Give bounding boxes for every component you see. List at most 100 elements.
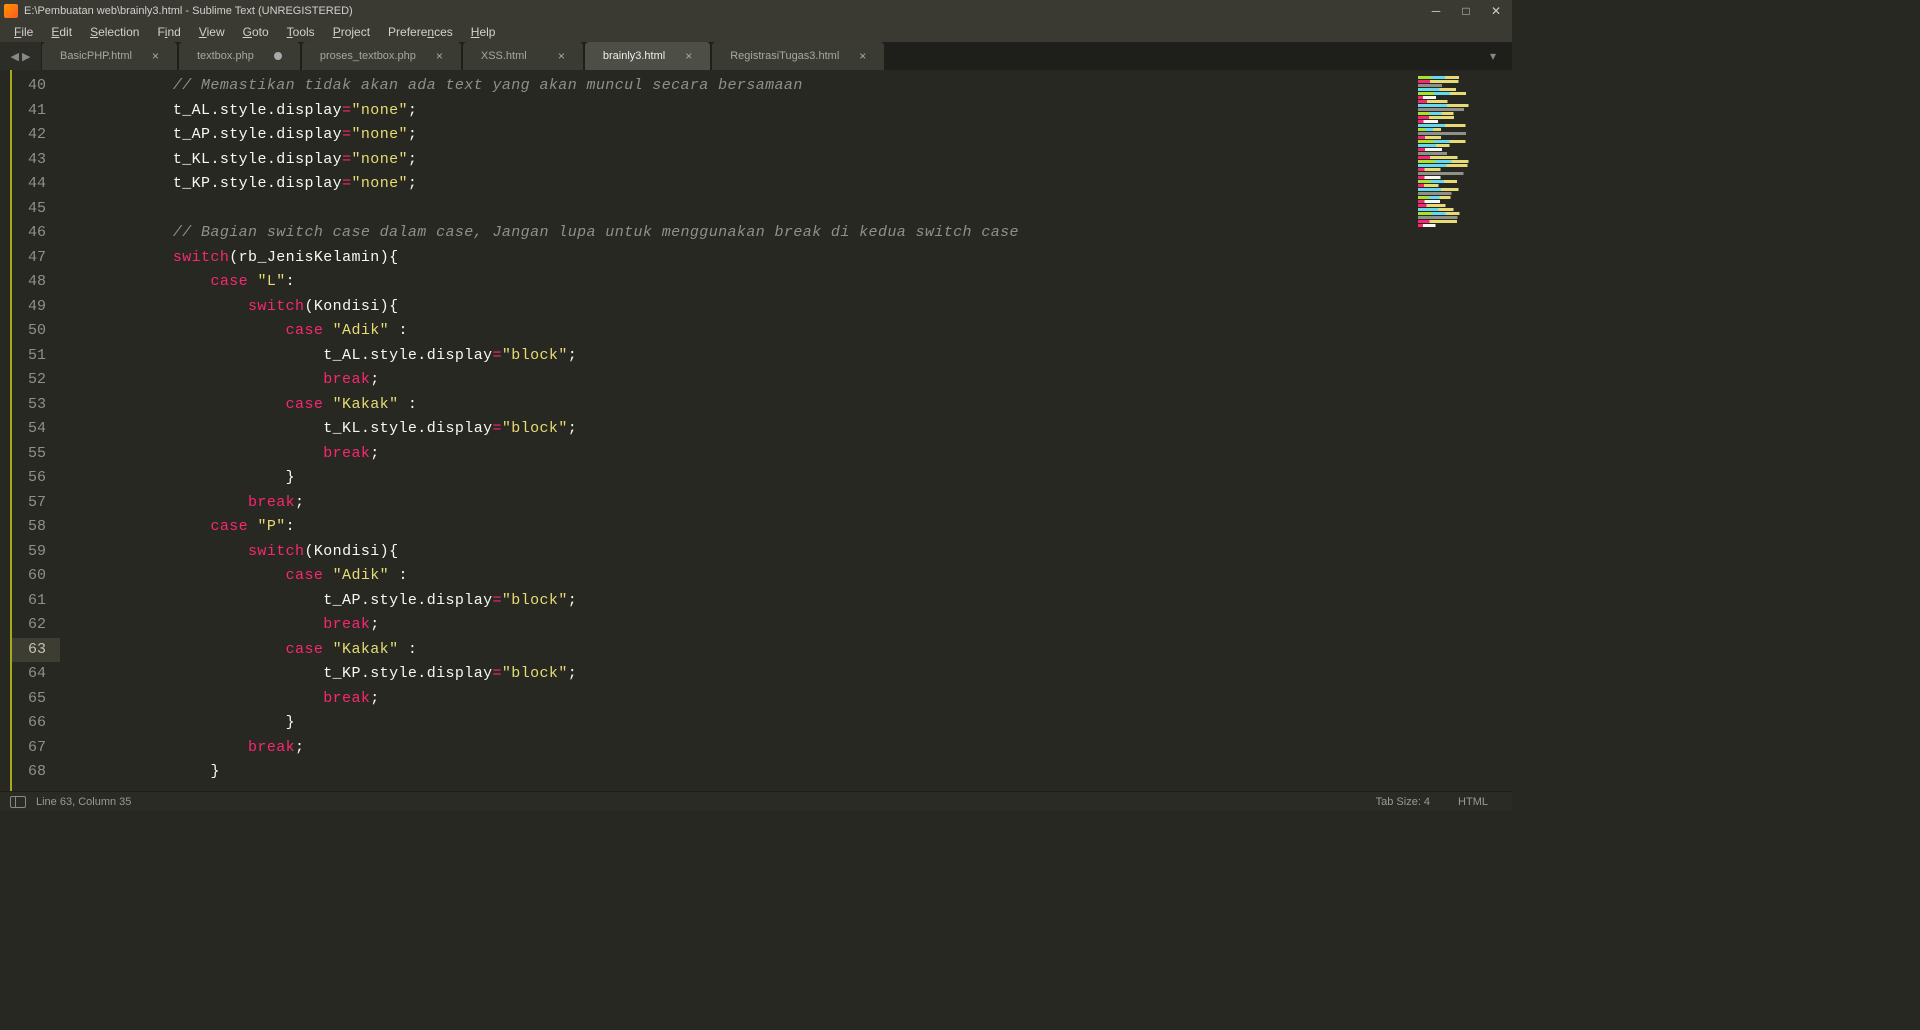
tab-textbox-php[interactable]: textbox.php [179,42,300,70]
line-number[interactable]: 44 [12,172,60,197]
tab-label: proses_textbox.php [320,50,428,62]
minimize-button[interactable]: ─ [1430,5,1442,17]
line-number[interactable]: 62 [12,613,60,638]
code-line[interactable]: case "P": [60,515,1402,540]
tab-label: XSS.html [481,50,550,62]
line-number[interactable]: 54 [12,417,60,442]
menubar: File Edit Selection Find View Goto Tools… [0,22,1512,42]
menu-project[interactable]: Project [325,23,378,41]
line-number[interactable]: 55 [12,442,60,467]
code-line[interactable]: t_KL.style.display="none"; [60,148,1402,173]
tab-registrasitugas3-html[interactable]: RegistrasiTugas3.html× [712,42,884,70]
line-number[interactable]: 41 [12,99,60,124]
line-number[interactable]: 43 [12,148,60,173]
tab-overflow-icon[interactable]: ▾ [1480,42,1506,70]
code-line[interactable]: t_KP.style.display="none"; [60,172,1402,197]
line-number[interactable]: 53 [12,393,60,418]
window-controls: ─ □ ✕ [1430,5,1502,17]
panel-switcher-icon[interactable] [10,796,26,808]
line-number[interactable]: 47 [12,246,60,271]
code-line[interactable]: t_AL.style.display="block"; [60,344,1402,369]
menu-view[interactable]: View [191,23,233,41]
line-number[interactable]: 40 [12,74,60,99]
tab-close-icon[interactable]: × [550,49,565,63]
line-number[interactable]: 57 [12,491,60,516]
code-line[interactable]: case "Adik" : [60,564,1402,589]
code-line[interactable]: // Memastikan tidak akan ada text yang a… [60,74,1402,99]
line-number[interactable]: 63 [12,638,60,663]
tab-brainly3-html[interactable]: brainly3.html× [585,42,710,70]
tab-proses_textbox-php[interactable]: proses_textbox.php× [302,42,461,70]
statusbar: Line 63, Column 35 Tab Size: 4 HTML [0,791,1512,811]
status-tabsize[interactable]: Tab Size: 4 [1362,796,1444,808]
code-line[interactable]: t_KP.style.display="block"; [60,662,1402,687]
code-line[interactable]: switch(Kondisi){ [60,295,1402,320]
code-line[interactable]: break; [60,442,1402,467]
line-number[interactable]: 60 [12,564,60,589]
line-number[interactable]: 49 [12,295,60,320]
tab-nav-arrows[interactable]: ◀ ▶ [0,42,42,70]
menu-find[interactable]: Find [149,23,188,41]
code-line[interactable]: case "Kakak" : [60,393,1402,418]
code-line[interactable]: t_AP.style.display="none"; [60,123,1402,148]
line-number[interactable]: 52 [12,368,60,393]
line-number[interactable]: 46 [12,221,60,246]
line-number[interactable]: 42 [12,123,60,148]
line-number[interactable]: 45 [12,197,60,222]
menu-preferences[interactable]: Preferences [380,23,461,41]
menu-goto[interactable]: Goto [235,23,277,41]
status-syntax[interactable]: HTML [1444,796,1502,808]
code-editor[interactable]: // Memastikan tidak akan ada text yang a… [60,70,1402,791]
code-line[interactable]: t_KL.style.display="block"; [60,417,1402,442]
close-button[interactable]: ✕ [1490,5,1502,17]
maximize-button[interactable]: □ [1460,5,1472,17]
tab-close-icon[interactable]: × [851,49,866,63]
menu-file[interactable]: File [6,23,41,41]
line-number[interactable]: 58 [12,515,60,540]
line-number-gutter[interactable]: 4041424344454647484950515253545556575859… [12,70,60,791]
code-line[interactable]: } [60,711,1402,736]
code-line[interactable]: break; [60,491,1402,516]
line-number[interactable]: 61 [12,589,60,614]
tab-close-icon[interactable]: × [677,49,692,63]
tab-label: BasicPHP.html [60,50,144,62]
line-number[interactable]: 64 [12,662,60,687]
code-line[interactable]: switch(rb_JenisKelamin){ [60,246,1402,271]
line-number[interactable]: 59 [12,540,60,565]
tab-close-icon[interactable]: × [144,49,159,63]
code-line[interactable]: break; [60,613,1402,638]
code-line[interactable]: break; [60,687,1402,712]
tab-basicphp-html[interactable]: BasicPHP.html× [42,42,177,70]
code-line[interactable]: break; [60,368,1402,393]
tab-close-icon[interactable]: × [428,49,443,63]
code-line[interactable] [60,197,1402,222]
code-line[interactable]: } [60,466,1402,491]
minimap[interactable] [1402,70,1512,791]
window-title: E:\Pembuatan web\brainly3.html - Sublime… [24,5,1430,17]
tab-xss-html[interactable]: XSS.html× [463,42,583,70]
code-line[interactable]: switch(Kondisi){ [60,540,1402,565]
line-number[interactable]: 65 [12,687,60,712]
line-number[interactable]: 67 [12,736,60,761]
menu-help[interactable]: Help [463,23,504,41]
titlebar: E:\Pembuatan web\brainly3.html - Sublime… [0,0,1512,22]
menu-edit[interactable]: Edit [43,23,80,41]
code-line[interactable]: t_AP.style.display="block"; [60,589,1402,614]
code-line[interactable]: } [60,760,1402,785]
line-number[interactable]: 48 [12,270,60,295]
code-line[interactable]: t_AL.style.display="none"; [60,99,1402,124]
line-number[interactable]: 51 [12,344,60,369]
status-cursor[interactable]: Line 63, Column 35 [36,796,131,808]
line-number[interactable]: 50 [12,319,60,344]
code-line[interactable]: case "L": [60,270,1402,295]
code-line[interactable]: // Bagian switch case dalam case, Jangan… [60,221,1402,246]
app-icon [4,4,18,18]
code-line[interactable]: break; [60,736,1402,761]
line-number[interactable]: 56 [12,466,60,491]
menu-tools[interactable]: Tools [279,23,323,41]
line-number[interactable]: 68 [12,760,60,785]
menu-selection[interactable]: Selection [82,23,147,41]
code-line[interactable]: case "Kakak" : [60,638,1402,663]
line-number[interactable]: 66 [12,711,60,736]
code-line[interactable]: case "Adik" : [60,319,1402,344]
